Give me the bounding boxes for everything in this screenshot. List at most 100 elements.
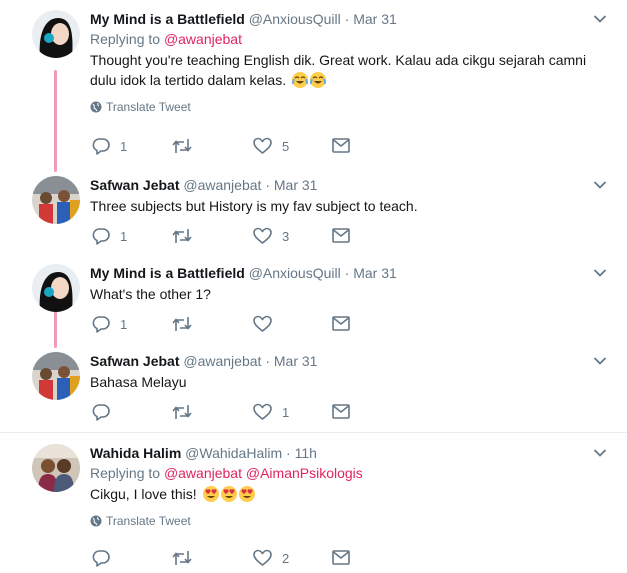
reply-icon: [92, 404, 110, 421]
share-icon: [332, 228, 350, 243]
timestamp[interactable]: Mar 31: [274, 177, 318, 193]
tweet[interactable]: Wahida Halim @WahidaHalim · 11h Replying…: [0, 434, 627, 573]
joy-emoji: [310, 72, 326, 88]
like-button[interactable]: [253, 315, 282, 333]
replying-prefix: Replying to: [90, 31, 161, 47]
replying-to: Replying to @awanjebat @AimanPsikologis: [90, 464, 607, 482]
tweet-text: Thought you're teaching English dik. Gre…: [90, 50, 607, 90]
translate-tweet-link[interactable]: Translate Tweet: [90, 514, 607, 528]
retweet-button[interactable]: [172, 403, 202, 421]
user-handle[interactable]: @awanjebat: [183, 177, 261, 193]
tweet[interactable]: Safwan Jebat @awanjebat · Mar 31 Three s…: [0, 170, 627, 258]
separator-dot: ·: [286, 445, 291, 461]
avatar[interactable]: [32, 264, 80, 312]
reply-icon: [92, 228, 110, 245]
heart-eyes-emoji: [238, 486, 255, 502]
display-name[interactable]: Safwan Jebat: [90, 353, 179, 369]
chevron-down-icon[interactable]: [593, 356, 607, 366]
reply-icon: [92, 550, 110, 567]
like-button[interactable]: 1: [253, 403, 289, 421]
replying-prefix: Replying to: [90, 465, 161, 481]
retweet-button[interactable]: [172, 549, 202, 567]
share-button[interactable]: [332, 138, 350, 153]
display-name[interactable]: My Mind is a Battlefield: [90, 265, 245, 281]
like-icon: [253, 137, 272, 154]
like-icon: [253, 549, 272, 566]
tweet-header: Wahida Halim @WahidaHalim · 11h: [90, 444, 607, 462]
reply-button[interactable]: 1: [92, 137, 127, 155]
tweet-text: Cikgu, I love this!: [90, 484, 607, 504]
share-icon: [332, 138, 350, 153]
tweet-header: My Mind is a Battlefield @AnxiousQuill ·…: [90, 10, 607, 28]
user-handle[interactable]: @AnxiousQuill: [249, 265, 341, 281]
display-name[interactable]: My Mind is a Battlefield: [90, 11, 245, 27]
reply-button[interactable]: 1: [92, 315, 127, 333]
user-handle[interactable]: @awanjebat: [183, 353, 261, 369]
user-handle[interactable]: @AnxiousQuill: [249, 11, 341, 27]
chevron-down-icon[interactable]: [593, 14, 607, 24]
separator-dot: ·: [265, 177, 270, 193]
like-button[interactable]: 5: [253, 137, 289, 155]
globe-icon: [90, 101, 102, 113]
mention-link[interactable]: @awanjebat: [164, 465, 242, 481]
timestamp[interactable]: Mar 31: [353, 265, 397, 281]
replying-to: Replying to @awanjebat: [90, 30, 607, 48]
like-button[interactable]: 2: [253, 549, 289, 567]
timestamp[interactable]: 11h: [295, 445, 317, 461]
share-icon: [332, 316, 350, 331]
tweet[interactable]: Safwan Jebat @awanjebat · Mar 31 Bahasa …: [0, 346, 627, 434]
mention-link[interactable]: @AimanPsikologis: [246, 465, 363, 481]
separator-dot: ·: [344, 11, 350, 27]
share-button[interactable]: [332, 316, 350, 331]
translate-tweet-link[interactable]: Translate Tweet: [90, 100, 607, 114]
chevron-down-icon[interactable]: [593, 448, 607, 458]
avatar[interactable]: [32, 352, 80, 400]
reply-button[interactable]: 1: [92, 227, 127, 245]
like-count: 1: [282, 404, 290, 420]
share-button[interactable]: [332, 550, 350, 565]
joy-emoji: [292, 72, 308, 88]
heart-eyes-emoji: [220, 486, 237, 502]
retweet-icon: [172, 551, 192, 565]
avatar[interactable]: [32, 176, 80, 224]
tweet-text: Bahasa Melayu: [90, 374, 187, 390]
share-button[interactable]: [332, 404, 350, 419]
avatar[interactable]: [32, 10, 80, 58]
display-name[interactable]: Wahida Halim: [90, 445, 181, 461]
reply-button[interactable]: [92, 403, 120, 421]
display-name[interactable]: Safwan Jebat: [90, 177, 179, 193]
share-icon: [332, 550, 350, 565]
like-button[interactable]: 3: [253, 227, 289, 245]
reply-count: 1: [120, 316, 128, 332]
separator-dot: ·: [265, 353, 270, 369]
tweet-header: My Mind is a Battlefield @AnxiousQuill ·…: [90, 264, 607, 282]
timestamp[interactable]: Mar 31: [274, 353, 318, 369]
tweet[interactable]: My Mind is a Battlefield @AnxiousQuill ·…: [0, 258, 627, 346]
retweet-button[interactable]: [172, 315, 202, 333]
retweet-button[interactable]: [172, 227, 202, 245]
avatar[interactable]: [32, 444, 80, 492]
heart-eyes-emoji: [202, 486, 219, 502]
chevron-down-icon[interactable]: [593, 180, 607, 190]
timestamp[interactable]: Mar 31: [353, 11, 397, 27]
globe-icon: [90, 515, 102, 527]
separator-dot: ·: [344, 265, 350, 281]
tweet-text: What's the other 1?: [90, 286, 211, 302]
tweet-header: Safwan Jebat @awanjebat · Mar 31: [90, 176, 607, 194]
share-button[interactable]: [332, 228, 350, 243]
user-handle[interactable]: @WahidaHalim: [185, 445, 282, 461]
retweet-button[interactable]: [172, 137, 202, 155]
reply-button[interactable]: [92, 549, 120, 567]
mention-link[interactable]: @awanjebat: [164, 31, 242, 47]
chevron-down-icon[interactable]: [593, 268, 607, 278]
like-count: 2: [282, 550, 290, 566]
like-icon: [253, 403, 272, 420]
tweet-header: Safwan Jebat @awanjebat · Mar 31: [90, 352, 607, 370]
retweet-icon: [172, 317, 192, 331]
retweet-icon: [172, 405, 192, 419]
reply-icon: [92, 138, 110, 155]
reply-count: 1: [120, 138, 128, 154]
retweet-icon: [172, 229, 192, 243]
like-icon: [253, 227, 272, 244]
tweet[interactable]: My Mind is a Battlefield @AnxiousQuill ·…: [0, 0, 627, 170]
